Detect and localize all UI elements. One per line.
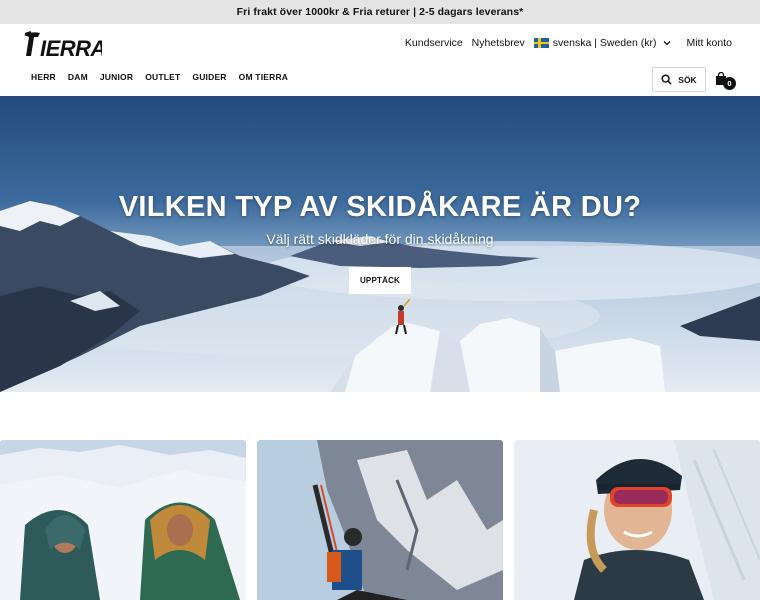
chevron-down-icon (664, 41, 671, 46)
newsletter-link[interactable]: Nyhetsbrev (472, 37, 525, 49)
search-icon (661, 74, 672, 85)
nav-item-dam[interactable]: DAM (68, 72, 88, 82)
card-two-people-puffer-jackets[interactable] (0, 440, 246, 600)
sweden-flag-icon (533, 38, 549, 48)
cart-button[interactable]: 0 (715, 71, 737, 91)
card-skier-climbing-rock[interactable] (257, 440, 503, 600)
nav-item-herr[interactable]: HERR (31, 72, 56, 82)
nav-item-outlet[interactable]: OUTLET (145, 72, 180, 82)
main-nav: HERR DAM JUNIOR OUTLET GUIDER OM TIERRA (31, 72, 300, 82)
search-button[interactable]: SÖK (652, 67, 706, 92)
promo-bar: Fri frakt över 1000kr & Fria returer | 2… (0, 0, 760, 24)
card-woman-goggles-snow[interactable] (514, 440, 760, 600)
customer-service-link[interactable]: Kundservice (405, 37, 463, 49)
language-selector[interactable]: svenska | Sweden (kr) (533, 37, 673, 49)
hero-banner[interactable]: VILKEN TYP AV SKIDÅKARE ÄR DU? Välj rätt… (0, 96, 760, 392)
card-image (257, 440, 503, 600)
language-label: svenska | Sweden (kr) (552, 37, 657, 49)
nav-item-junior[interactable]: JUNIOR (100, 72, 133, 82)
card-image (0, 440, 246, 600)
promo-text: Fri frakt över 1000kr & Fria returer | 2… (236, 6, 524, 18)
cart-count-badge: 0 (723, 77, 736, 90)
nav-item-guider[interactable]: GUIDER (192, 72, 226, 82)
site-header: IERRA Kundservice Nyhetsbrev svenska | S… (0, 24, 760, 96)
utility-links: Kundservice Nyhetsbrev svenska | Sweden … (396, 37, 732, 49)
discover-button[interactable]: UPPTÄCK (349, 267, 411, 294)
svg-text:IERRA: IERRA (40, 36, 102, 59)
account-link[interactable]: Mitt konto (686, 37, 732, 49)
category-cards (0, 440, 760, 600)
search-label: SÖK (678, 74, 697, 85)
hero-subtitle: Välj rätt skidkläder för din skidåkning (266, 231, 494, 247)
hero-title: VILKEN TYP AV SKIDÅKARE ÄR DU? (118, 191, 642, 223)
card-image (514, 440, 760, 600)
tierra-logo[interactable]: IERRA (22, 29, 106, 61)
nav-item-om-tierra[interactable]: OM TIERRA (239, 72, 289, 82)
